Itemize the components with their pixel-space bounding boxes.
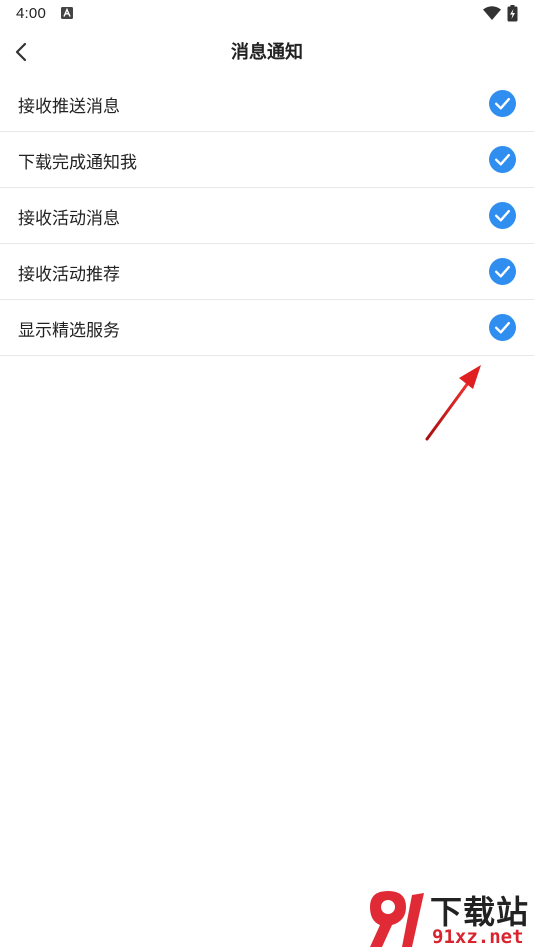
setting-label: 显示精选服务 (18, 321, 120, 341)
checkbox-checked-icon[interactable] (489, 90, 516, 117)
setting-label: 接收活动推荐 (18, 265, 120, 285)
checkbox-checked-icon[interactable] (489, 258, 516, 285)
wifi-icon (483, 6, 501, 20)
setting-row-download-complete[interactable]: 下载完成通知我 (0, 132, 534, 188)
checkbox-checked-icon[interactable] (489, 146, 516, 173)
setting-row-activity-recommend[interactable]: 接收活动推荐 (0, 244, 534, 300)
battery-charging-icon (507, 5, 518, 22)
setting-row-featured-services[interactable]: 显示精选服务 (0, 300, 534, 356)
watermark: 下载站 91xz.net (362, 887, 534, 950)
checkbox-checked-icon[interactable] (489, 202, 516, 229)
watermark-domain: 91xz.net (432, 926, 524, 948)
settings-list: 接收推送消息 下载完成通知我 接收活动消息 接收活动推荐 显示精选服务 (0, 76, 534, 356)
status-bar: 4:00 (0, 0, 534, 28)
setting-row-receive-push[interactable]: 接收推送消息 (0, 76, 534, 132)
page-title: 消息通知 (231, 42, 303, 63)
setting-label: 接收推送消息 (18, 97, 120, 117)
setting-row-activity-messages[interactable]: 接收活动消息 (0, 188, 534, 244)
status-time: 4:00 (16, 5, 46, 22)
app-bar: 消息通知 (0, 28, 534, 76)
annotation-arrow-icon (425, 365, 481, 441)
setting-label: 下载完成通知我 (18, 153, 137, 173)
a-notification-icon (61, 7, 73, 19)
checkbox-checked-icon[interactable] (489, 314, 516, 341)
setting-label: 接收活动消息 (18, 209, 120, 229)
watermark-logo-icon (370, 891, 424, 947)
